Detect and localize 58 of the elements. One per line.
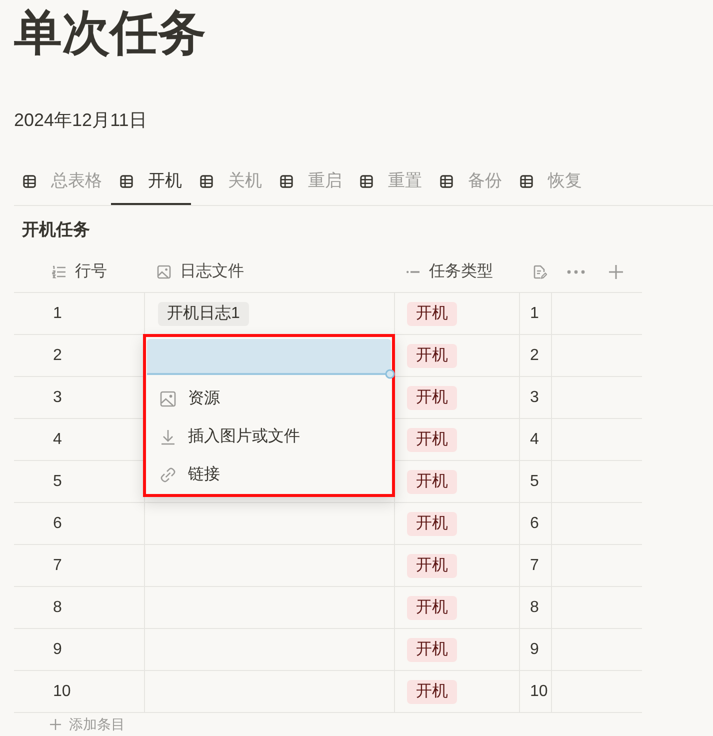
table-icon: [440, 174, 453, 188]
task-type-tag: 开机: [407, 680, 457, 704]
row-number: 8: [53, 598, 62, 618]
table-cell: 7: [530, 556, 539, 576]
table-icon: [520, 174, 533, 188]
task-type-tag: 开机: [407, 512, 457, 536]
image-icon: [157, 265, 171, 279]
row-number: 1: [53, 304, 62, 324]
link-icon: [160, 467, 176, 483]
row-number: 3: [53, 388, 62, 408]
file-chip[interactable]: 开机日志1: [158, 302, 249, 326]
resize-handle-icon[interactable]: [385, 369, 395, 379]
table-icon: [200, 174, 213, 188]
task-type-tag: 开机: [407, 596, 457, 620]
table-cell: 9: [530, 640, 539, 660]
task-type-tag: 开机: [407, 554, 457, 578]
table-icon: [120, 174, 133, 188]
task-type-tag: 开机: [407, 386, 457, 410]
row-number: 9: [53, 640, 62, 660]
row-number: 10: [53, 682, 71, 702]
page-title: 单次任务: [14, 6, 206, 62]
table-cell: 3: [530, 388, 539, 408]
row-number: 6: [53, 514, 62, 534]
task-type-tag: 开机: [407, 428, 457, 452]
task-type-tag: 开机: [407, 470, 457, 494]
task-type-tag: 开机: [407, 638, 457, 662]
table-cell: 10: [530, 682, 548, 702]
table-title: 开机任务: [22, 219, 90, 241]
image-icon: [160, 391, 176, 407]
table-cell: 5: [530, 472, 539, 492]
table-cell: 2: [530, 346, 539, 366]
table-icon: [23, 174, 36, 188]
menu-item[interactable]: 资源: [147, 380, 391, 418]
table-icon: [360, 174, 373, 188]
menu-item[interactable]: 插入图片或文件: [147, 418, 391, 456]
column-header[interactable]: 任务类型: [429, 261, 493, 283]
plus-icon: [50, 718, 61, 730]
task-type-tag: 开机: [407, 302, 457, 326]
document-pen-icon[interactable]: [533, 265, 547, 279]
view-tab[interactable]: 开机: [111, 160, 191, 205]
table-cell: 8: [530, 598, 539, 618]
column-header[interactable]: 行号: [75, 261, 107, 283]
row-number: 7: [53, 556, 62, 576]
page-date: 2024年12月11日: [14, 109, 147, 132]
numbered-list-icon: [52, 265, 66, 279]
table-cell: 1: [530, 304, 539, 324]
row-number: 4: [53, 430, 62, 450]
row-number: 5: [53, 472, 62, 492]
menu-item[interactable]: 链接: [147, 456, 391, 494]
more-icon[interactable]: [567, 270, 585, 274]
column-header[interactable]: 日志文件: [180, 261, 244, 283]
table-icon: [280, 174, 293, 188]
download-icon: [160, 429, 176, 445]
plus-icon[interactable]: [609, 265, 623, 279]
row-number: 2: [53, 346, 62, 366]
table-cell: 4: [530, 430, 539, 450]
task-type-tag: 开机: [407, 344, 457, 368]
table-cell: 6: [530, 514, 539, 534]
